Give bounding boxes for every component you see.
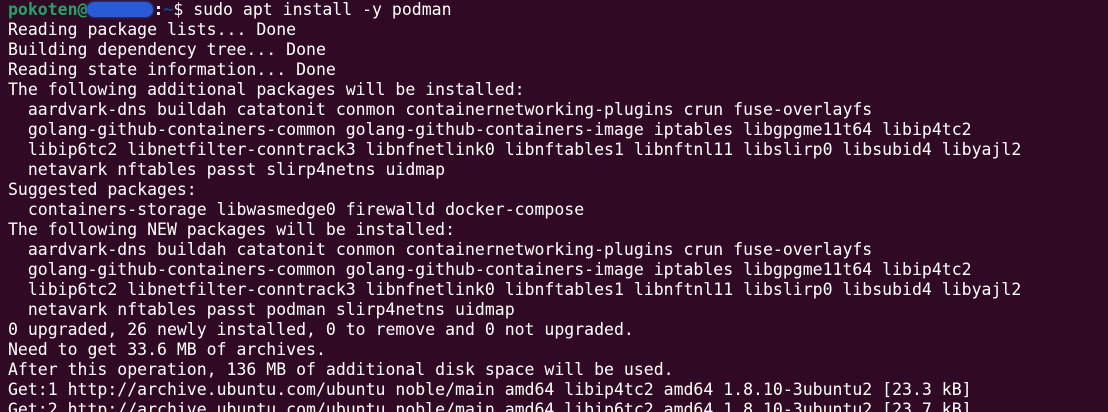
output-line: 0 upgraded, 26 newly installed, 0 to rem… xyxy=(8,320,634,339)
output-line: Building dependency tree... Done xyxy=(8,40,326,59)
output-line: aardvark-dns buildah catatonit conmon co… xyxy=(8,240,873,259)
output-line: Need to get 33.6 MB of archives. xyxy=(8,340,326,359)
output-line: Reading state information... Done xyxy=(8,60,336,79)
prompt-line: pokoten@:~$ sudo apt install -y podman xyxy=(8,0,1108,20)
output-line: Suggested packages: xyxy=(8,180,197,199)
output-line: The following NEW packages will be insta… xyxy=(8,220,456,239)
output-line: libip6tc2 libnetfilter-conntrack3 libnfn… xyxy=(8,280,1022,299)
prompt-dollar: $ xyxy=(173,0,194,19)
output-line: aardvark-dns buildah catatonit conmon co… xyxy=(8,100,873,119)
output-line: golang-github-containers-common golang-g… xyxy=(8,120,972,139)
output-line: netavark nftables passt slirp4netns uidm… xyxy=(8,160,446,179)
output-line: The following additional packages will b… xyxy=(8,80,525,99)
output-line: Get:1 http://archive.ubuntu.com/ubuntu n… xyxy=(8,380,972,399)
terminal-output: Reading package lists... Done Building de… xyxy=(8,20,1108,412)
prompt-separator: : xyxy=(153,0,164,19)
command-text: sudo apt install -y podman xyxy=(193,0,452,19)
output-line: libip6tc2 libnetfilter-conntrack3 libnfn… xyxy=(8,140,1022,159)
terminal-window[interactable]: pokoten@:~$ sudo apt install -y podman R… xyxy=(0,0,1108,412)
prompt-path: ~ xyxy=(163,0,174,19)
output-line: netavark nftables passt podman slirp4net… xyxy=(8,300,515,319)
output-line: After this operation, 136 MB of addition… xyxy=(8,360,674,379)
output-line: containers-storage libwasmedge0 firewall… xyxy=(8,200,585,219)
output-line: Reading package lists... Done xyxy=(8,20,297,39)
output-line: Get:2 http://archive.ubuntu.com/ubuntu n… xyxy=(8,400,972,412)
prompt-at-sign: @ xyxy=(77,0,88,19)
output-line: golang-github-containers-common golang-g… xyxy=(8,260,972,279)
redacted-hostname xyxy=(87,2,154,17)
prompt-username: pokoten xyxy=(8,0,78,19)
